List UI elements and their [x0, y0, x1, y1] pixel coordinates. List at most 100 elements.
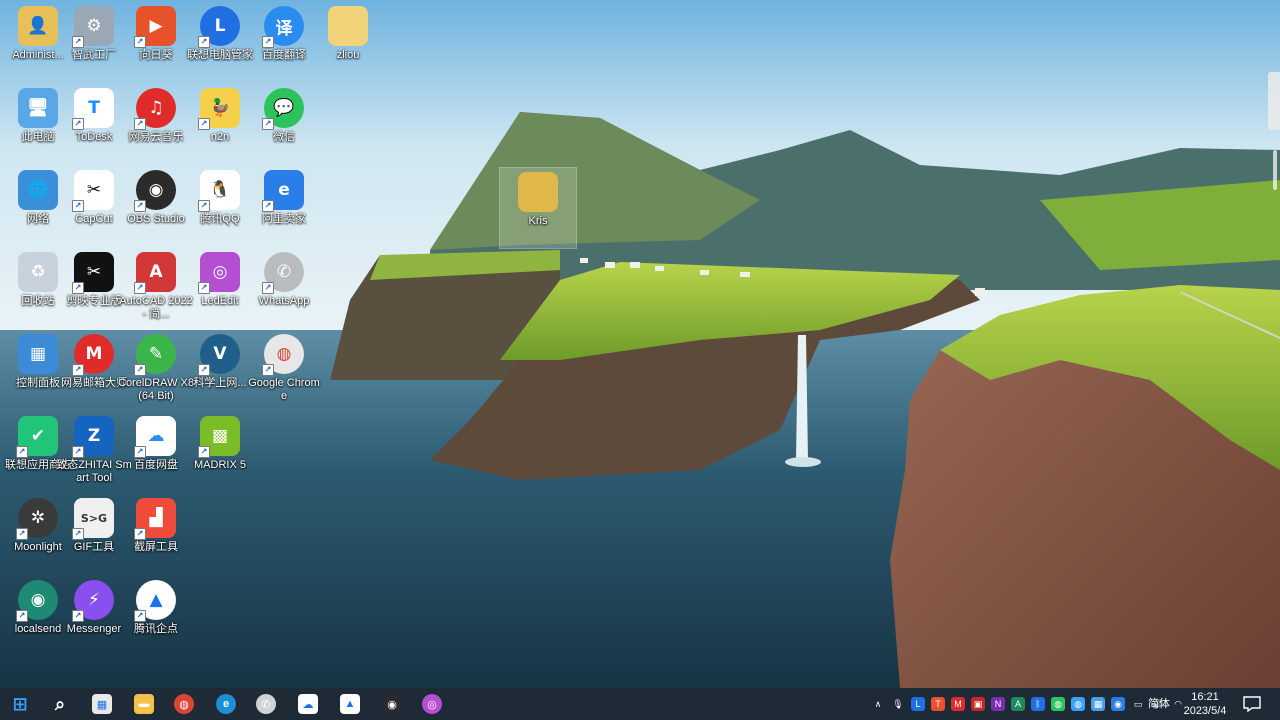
tray-todesk-icon[interactable]: T — [931, 697, 945, 711]
desktop-icon-label: zliou — [336, 49, 360, 61]
shortcut-arrow-icon: ↗ — [134, 200, 146, 212]
zliou-folder-icon — [328, 6, 368, 46]
whatsapp-icon: ✆ ↗ — [262, 252, 304, 294]
desktop-icon-label: Kris — [528, 215, 548, 227]
taskbar-chrome-button[interactable]: ◍ — [164, 688, 204, 720]
shortcut-arrow-icon: ↗ — [198, 200, 210, 212]
tencent-qidian-icon: ▲ ↗ — [134, 580, 176, 622]
desktop-icon-label: 截屏工具 — [134, 541, 178, 553]
whatsapp-icon: ✆ — [256, 694, 276, 714]
desktop-icon-aliwangwang[interactable]: e ↗ 阿里卖家 — [246, 166, 322, 246]
network-icon: 🌐 — [18, 170, 58, 210]
desktop-icon-kris-folder[interactable]: Kris — [499, 167, 577, 249]
taskbar-obs-button[interactable]: ◉ — [372, 688, 412, 720]
shortcut-arrow-icon: ↗ — [262, 118, 274, 130]
desktop-icon-wechat[interactable]: 💬 ↗ 微信 — [246, 84, 322, 164]
desktop-icon-label: MADRIX 5 — [194, 459, 246, 471]
netease-master-icon: M ↗ — [72, 334, 114, 376]
tray-onenote-icon[interactable]: N — [991, 697, 1005, 711]
kexue-shangwang-icon: V ↗ — [198, 334, 240, 376]
input-language-indicator[interactable]: 简体 — [1148, 688, 1170, 720]
obs-studio-icon: ◉ ↗ — [134, 170, 176, 212]
coreldraw-x8-icon: ✎ ↗ — [134, 334, 176, 376]
side-panel-handle[interactable] — [1268, 72, 1280, 130]
tray-netease-mail-icon[interactable]: M — [951, 697, 965, 711]
edge-icon: e — [216, 694, 236, 714]
desktop-icon-google-chrome[interactable]: ◍ ↗ Google Chrome — [246, 330, 322, 410]
administrator-folder-icon: 👤 — [18, 6, 58, 46]
taskbar-search-button[interactable]: ⌕ — [40, 688, 80, 720]
tray-bluetooth-icon[interactable]: ᛒ — [1031, 697, 1045, 711]
taskbar-baidu-netdisk-button[interactable]: ☁ — [288, 688, 328, 720]
taskbar-clock[interactable]: 16:21 2023/5/4 — [1176, 688, 1234, 720]
tray-network-app-icon[interactable]: ▦ — [1091, 697, 1105, 711]
desktop-icon-label: 阿里卖家 — [262, 213, 306, 225]
shortcut-arrow-icon: ↗ — [72, 364, 84, 376]
tray-microphone-icon[interactable]: 🎙 — [891, 697, 905, 711]
shortcut-arrow-icon: ↗ — [72, 118, 84, 130]
localsend-icon: ◉ ↗ — [16, 580, 58, 622]
taskbar-tencent-qidian-button[interactable]: ▲ — [330, 688, 370, 720]
shortcut-arrow-icon: ↗ — [134, 364, 146, 376]
shortcut-arrow-icon: ↗ — [16, 446, 28, 458]
ledit-icon: ◎ ↗ — [198, 252, 240, 294]
desktop-icon-tencent-qidian[interactable]: ▲ ↗ 腾讯企点 — [118, 576, 194, 656]
tencent-qidian-icon: ▲ — [340, 694, 360, 714]
messenger-icon: ⚡ ↗ — [72, 580, 114, 622]
system-tray: ∧ 🎙 L T M ▣ N A ᛒ ◍ ◍ ▦ ◉ ▭ 🔊 ◠ — [868, 688, 1188, 720]
shortcut-arrow-icon: ↗ — [198, 364, 210, 376]
taskbar-whatsapp-button[interactable]: ✆ — [246, 688, 286, 720]
n2n-icon: 🦆 ↗ — [198, 88, 240, 130]
aliwangwang-icon: e ↗ — [262, 170, 304, 212]
shortcut-arrow-icon: ↗ — [262, 36, 274, 48]
tray-app-red-icon[interactable]: ▣ — [971, 697, 985, 711]
lenovo-manager-icon: L ↗ — [198, 6, 240, 48]
shortcut-arrow-icon: ↗ — [134, 446, 146, 458]
baidu-netdisk-icon: ☁ ↗ — [134, 416, 176, 458]
jianying-pro-icon: ✂ ↗ — [72, 252, 114, 294]
shortcut-arrow-icon: ↗ — [16, 610, 28, 622]
desktop-icon-whatsapp[interactable]: ✆ ↗ WhatsApp — [246, 248, 322, 328]
desktop-icon-label: WhatsApp — [258, 295, 310, 307]
tray-wechat-work-icon[interactable]: ◍ — [1071, 697, 1085, 711]
taskbar-start-button[interactable]: ⊞ — [0, 688, 40, 720]
desktop-icon-zliou-folder[interactable]: zliou — [310, 2, 386, 82]
desktop-icon-madrix-5[interactable]: ▩ ↗ MADRIX 5 — [182, 412, 258, 492]
shortcut-arrow-icon: ↗ — [16, 528, 28, 540]
shortcut-arrow-icon: ↗ — [262, 282, 274, 294]
moonlight-icon: ✲ ↗ — [16, 498, 58, 540]
notification-center-icon[interactable] — [1240, 694, 1264, 714]
taskbar-edge-button[interactable]: e — [206, 688, 246, 720]
control-panel-icon: ▦ — [18, 334, 58, 374]
shortcut-arrow-icon: ↗ — [262, 200, 274, 212]
gif-tool-icon: S>G ↗ — [72, 498, 114, 540]
shortcut-arrow-icon: ↗ — [72, 446, 84, 458]
tray-autocad-icon[interactable]: A — [1011, 697, 1025, 711]
search-icon: ⌕ — [54, 693, 66, 714]
taskbar-ledit-button[interactable]: ◎ — [412, 688, 452, 720]
start-icon: ⊞ — [12, 693, 28, 714]
autocad-2022-icon: A ↗ — [134, 252, 176, 294]
chrome-icon: ◍ — [174, 694, 194, 714]
file-explorer-icon: ▬ — [134, 694, 154, 714]
baidu-netdisk-icon: ☁ — [298, 694, 318, 714]
tray-wechat-icon[interactable]: ◍ — [1051, 697, 1065, 711]
madrix-5-icon: ▩ ↗ — [198, 416, 240, 458]
baidu-translate-icon: 译 ↗ — [262, 6, 304, 48]
tray-show-hidden-icon[interactable]: ∧ — [871, 697, 885, 711]
taskbar-microsoft-store-button[interactable]: ▦ — [82, 688, 122, 720]
shortcut-arrow-icon: ↗ — [72, 36, 84, 48]
netease-music-icon: ♫ ↗ — [134, 88, 176, 130]
shortcut-arrow-icon: ↗ — [262, 364, 274, 376]
taskbar-file-explorer-button[interactable]: ▬ — [124, 688, 164, 720]
shortcut-arrow-icon: ↗ — [72, 282, 84, 294]
tray-battery-icon[interactable]: ▭ — [1131, 697, 1145, 711]
desktop-icon-label: 腾讯企点 — [134, 623, 178, 635]
obs-icon: ◉ — [382, 694, 402, 714]
zhitai-smart-tool-icon: Z ↗ — [72, 416, 114, 458]
todesk-icon: T ↗ — [72, 88, 114, 130]
tray-app-blue-icon[interactable]: ◉ — [1111, 697, 1125, 711]
lenovo-appstore-icon: ✔ ↗ — [16, 416, 58, 458]
desktop-icon-screenshot-tool[interactable]: ▟ ↗ 截屏工具 — [118, 494, 194, 574]
tray-lenovo-icon[interactable]: L — [911, 697, 925, 711]
